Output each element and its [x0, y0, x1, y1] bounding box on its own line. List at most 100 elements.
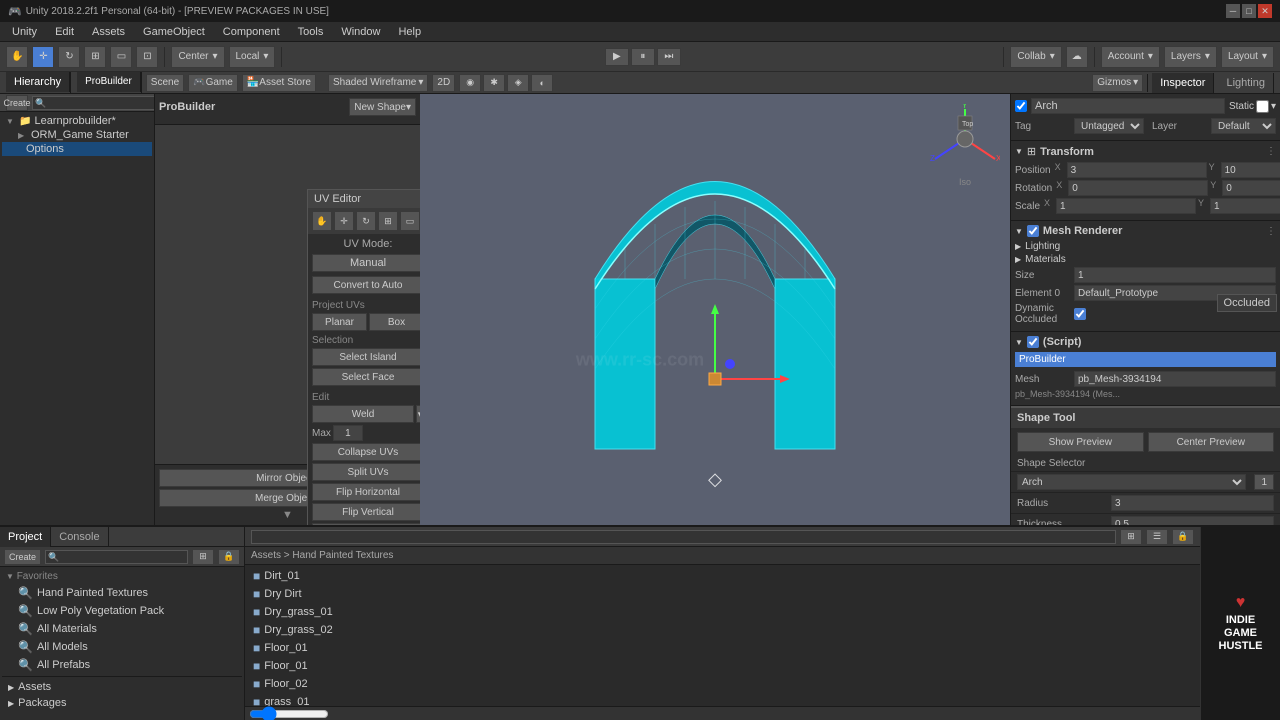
scale-y[interactable]: [1210, 198, 1280, 214]
step-button[interactable]: ⏭: [657, 48, 681, 66]
pause-button[interactable]: ⏸: [631, 48, 655, 66]
scene-icon2[interactable]: ✱: [483, 74, 505, 92]
shape-extra-btn[interactable]: 1: [1254, 474, 1274, 490]
select-face-btn[interactable]: Select Face: [312, 368, 420, 386]
layout-dropdown[interactable]: Layout ▾: [1221, 46, 1274, 68]
asset-drydirt[interactable]: ■ Dry Dirt: [247, 585, 1198, 603]
asset-drygrass01[interactable]: ■ Dry_grass_01: [247, 603, 1198, 621]
menu-gameobject[interactable]: GameObject: [135, 24, 213, 40]
uv-editor-titlebar[interactable]: UV Editor ✕: [308, 190, 420, 208]
show-preview-btn[interactable]: Show Preview: [1017, 432, 1144, 452]
scene-icon1[interactable]: ◉: [459, 74, 481, 92]
asset-store-tab[interactable]: 🏪 Asset Store: [242, 74, 316, 92]
object-active-checkbox[interactable]: [1015, 100, 1027, 112]
radius-input[interactable]: [1111, 495, 1274, 511]
box-btn[interactable]: Box: [369, 313, 420, 331]
scale-tool-btn[interactable]: ⊞: [84, 46, 106, 68]
hierarchy-item-root[interactable]: ▼ 📁 Learnprobuilder*: [2, 114, 152, 128]
fav-models[interactable]: 🔍 All Models: [2, 638, 242, 656]
weld-btn[interactable]: Weld: [312, 405, 414, 423]
hierarchy-search[interactable]: [32, 96, 155, 110]
asset-grass01[interactable]: ■ grass_01: [247, 693, 1198, 706]
menu-help[interactable]: Help: [390, 24, 429, 40]
uv-btn5[interactable]: ▭: [400, 211, 420, 231]
project-search[interactable]: [45, 550, 188, 564]
uv-hand-btn[interactable]: ✋: [312, 211, 332, 231]
max-input[interactable]: [333, 425, 363, 441]
cloud-btn[interactable]: ☁: [1066, 46, 1088, 68]
tab-inspector[interactable]: Inspector: [1152, 73, 1214, 93]
asset-drygrass02[interactable]: ■ Dry_grass_02: [247, 621, 1198, 639]
script-checkbox[interactable]: [1027, 336, 1039, 348]
mesh-renderer-menu[interactable]: ⋮: [1266, 226, 1276, 237]
shape-selector-dropdown[interactable]: Arch: [1017, 474, 1246, 490]
project-create-btn[interactable]: Create: [4, 549, 41, 565]
asset-floor02[interactable]: ■ Floor_02: [247, 675, 1198, 693]
assets-view-btn1[interactable]: ⊞: [1120, 529, 1142, 545]
uv-scale-btn[interactable]: ⊞: [378, 211, 398, 231]
uv-move-btn[interactable]: ✛: [334, 211, 354, 231]
project-lock-btn[interactable]: 🔒: [218, 549, 240, 565]
menu-tools[interactable]: Tools: [290, 24, 332, 40]
tab-probuilder[interactable]: ProBuilder: [77, 72, 141, 92]
scale-x[interactable]: [1056, 198, 1196, 214]
assets-lock-btn[interactable]: 🔒: [1172, 529, 1194, 545]
center-preview-btn[interactable]: Center Preview: [1148, 432, 1275, 452]
close-button[interactable]: ✕: [1258, 4, 1272, 18]
collab-dropdown[interactable]: Collab ▾: [1010, 46, 1061, 68]
menu-unity[interactable]: Unity: [4, 24, 45, 40]
fav-vegetation[interactable]: 🔍 Low Poly Vegetation Pack: [2, 602, 242, 620]
play-button[interactable]: ▶: [605, 48, 629, 66]
tag-dropdown[interactable]: Untagged: [1074, 118, 1144, 134]
assets-search[interactable]: [251, 530, 1116, 544]
flip-horizontal-btn[interactable]: Flip Horizontal: [312, 483, 420, 501]
menu-component[interactable]: Component: [215, 24, 288, 40]
assets-section[interactable]: ▶ Assets: [2, 679, 242, 695]
thickness-input[interactable]: [1111, 516, 1274, 525]
planar-btn[interactable]: Planar: [312, 313, 367, 331]
tab-project[interactable]: Project: [0, 527, 51, 547]
pivot-center-dropdown[interactable]: Center ▾: [171, 46, 224, 68]
scene-view[interactable]: ◇ Y X Z Top: [420, 94, 1010, 525]
flip-vertical-btn[interactable]: Flip Vertical: [312, 503, 420, 521]
collapse-uvs-btn[interactable]: Collapse UVs: [312, 443, 420, 461]
scene-dropdown-btn[interactable]: Scene: [146, 74, 184, 92]
rot-y[interactable]: [1222, 180, 1280, 196]
layers-dropdown[interactable]: Layers ▾: [1164, 46, 1217, 68]
pb-new-shape-dropdown[interactable]: New Shape ▾: [349, 98, 416, 116]
scene-icon4[interactable]: ◐: [531, 74, 553, 92]
project-view-btn[interactable]: ⊞: [192, 549, 214, 565]
static-checkbox[interactable]: [1256, 100, 1269, 113]
transform-collapse[interactable]: ▼: [1015, 147, 1023, 156]
transform-menu[interactable]: ⋮: [1266, 146, 1276, 157]
hand-tool-btn[interactable]: ✋: [6, 46, 28, 68]
mesh-renderer-checkbox[interactable]: [1027, 225, 1039, 237]
packages-section[interactable]: ▶ Packages: [2, 695, 242, 711]
maximize-button[interactable]: □: [1242, 4, 1256, 18]
move-tool-btn[interactable]: ✛: [32, 46, 54, 68]
asset-dirt01[interactable]: ■ Dirt_01: [247, 567, 1198, 585]
hierarchy-create-btn[interactable]: Create: [6, 95, 28, 111]
fav-prefabs[interactable]: 🔍 All Prefabs: [2, 656, 242, 674]
minimize-button[interactable]: ─: [1226, 4, 1240, 18]
dynamic-occluded-checkbox[interactable]: [1074, 308, 1086, 320]
hierarchy-item-ork[interactable]: ▶ ORM_Game Starter: [2, 128, 152, 142]
tab-console[interactable]: Console: [51, 527, 108, 547]
asset-floor01b[interactable]: ■ Floor_01: [247, 657, 1198, 675]
menu-assets[interactable]: Assets: [84, 24, 133, 40]
uv-rotate-btn[interactable]: ↻: [356, 211, 376, 231]
tab-lighting[interactable]: Lighting: [1218, 73, 1274, 93]
assets-size-slider[interactable]: [249, 710, 329, 718]
gizmos-dropdown[interactable]: Gizmos ▾: [1092, 74, 1143, 92]
object-name-input[interactable]: [1031, 98, 1225, 114]
tab-hierarchy[interactable]: Hierarchy: [6, 72, 70, 92]
fav-materials[interactable]: 🔍 All Materials: [2, 620, 242, 638]
layer-dropdown[interactable]: Default: [1211, 118, 1276, 134]
scene-icon3[interactable]: ◈: [507, 74, 529, 92]
asset-floor01a[interactable]: ■ Floor_01: [247, 639, 1198, 657]
size-input[interactable]: [1074, 267, 1276, 283]
rotate-tool-btn[interactable]: ↻: [58, 46, 80, 68]
shade-mode-dropdown[interactable]: Shaded Wireframe ▾: [328, 74, 428, 92]
menu-edit[interactable]: Edit: [47, 24, 82, 40]
pivot-local-dropdown[interactable]: Local ▾: [229, 46, 276, 68]
